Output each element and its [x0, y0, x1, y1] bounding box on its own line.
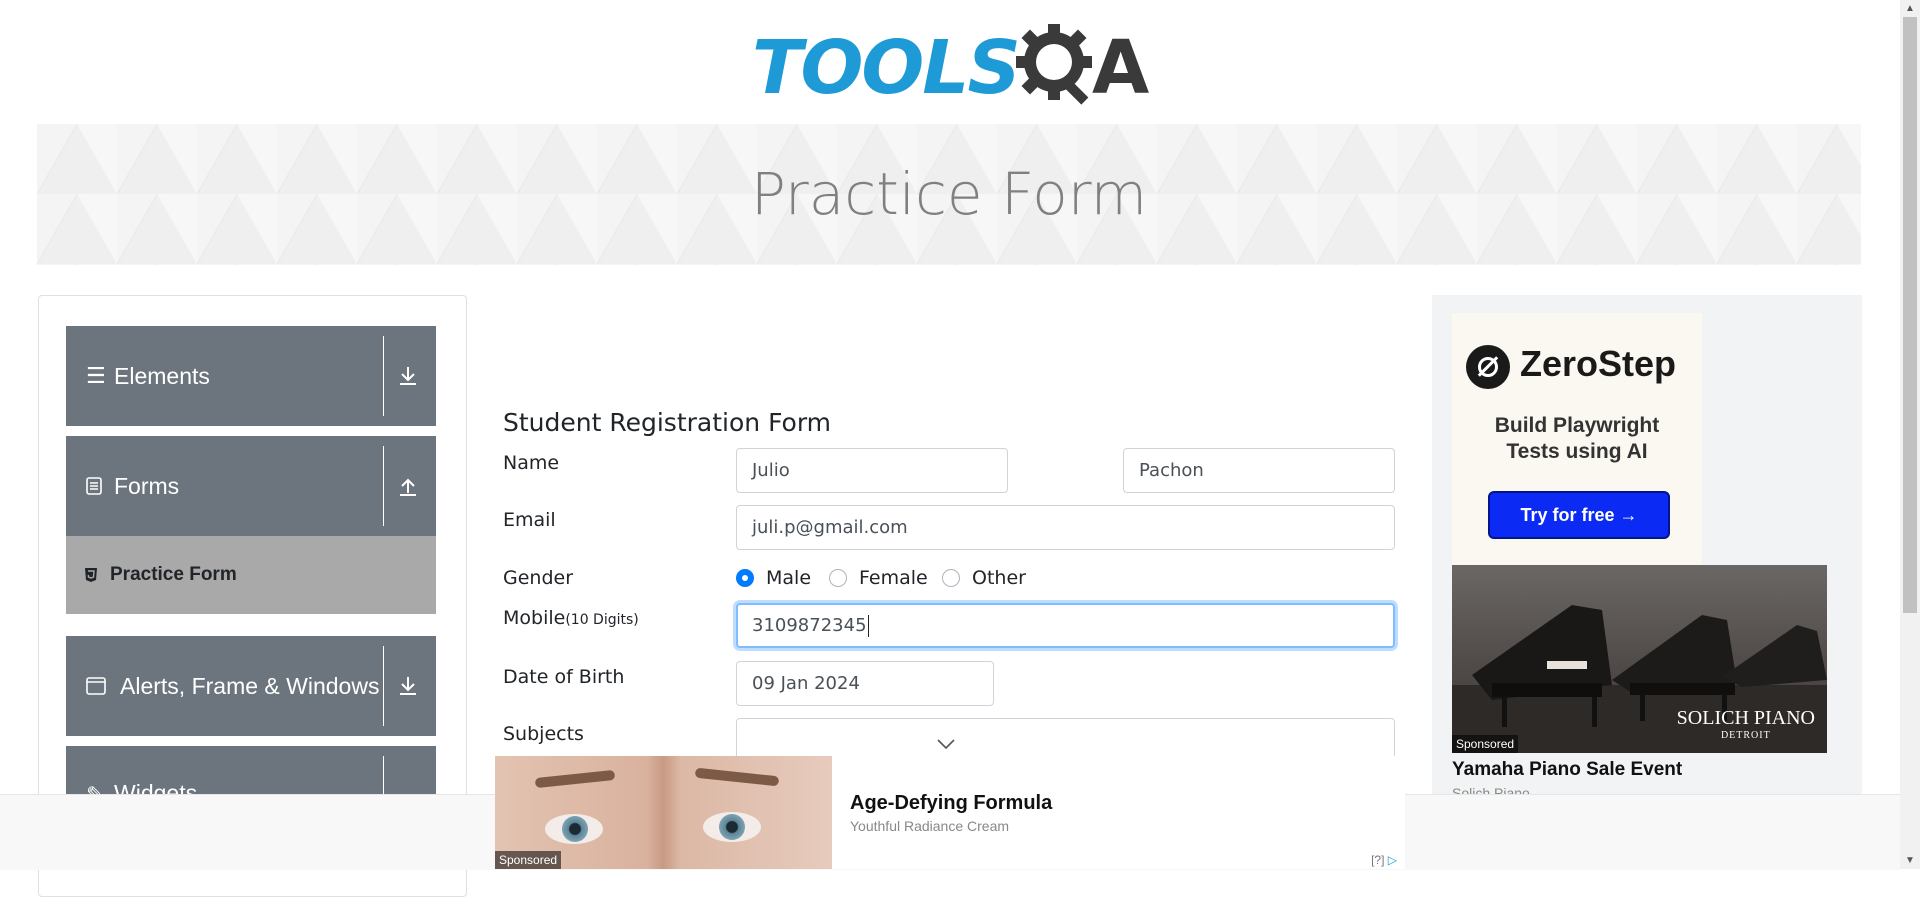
- sponsored-label: Sponsored: [495, 851, 562, 869]
- download-icon[interactable]: [388, 326, 428, 426]
- eye: [703, 812, 761, 842]
- adchoices-triangle: ▷: [1387, 853, 1397, 867]
- name-label: Name: [503, 452, 560, 474]
- download-icon[interactable]: [388, 636, 428, 736]
- dob-label: Date of Birth: [503, 666, 625, 688]
- radio-label: Male: [766, 567, 812, 589]
- sidebar-item-practice-form[interactable]: Practice Form: [66, 536, 436, 614]
- zerostep-ad[interactable]: ZeroStep Build Playwright Tests using AI…: [1452, 313, 1702, 568]
- sponsored-label: Sponsored: [1452, 735, 1519, 753]
- mobile-label-text: Mobile: [503, 607, 566, 629]
- chevron-down-icon[interactable]: [936, 737, 956, 755]
- radio-button-checked[interactable]: [736, 569, 754, 587]
- logo-text: TOOLS: [752, 25, 1021, 111]
- email-input[interactable]: juli.p@gmail.com: [736, 505, 1395, 550]
- radio-label: Female: [859, 567, 928, 589]
- sidebar-item-label: Practice Form: [110, 564, 237, 585]
- bottom-advertisement[interactable]: Sponsored Age-Defying Formula Youthful R…: [495, 756, 1405, 869]
- ad-subtitle-line: Build Playwright: [1494, 414, 1660, 437]
- solich-brand-sub: DETROIT: [1720, 730, 1771, 741]
- mobile-label: Mobile(10 Digits): [503, 607, 639, 629]
- radio-button[interactable]: [942, 569, 960, 587]
- sidebar-group-alerts[interactable]: Alerts, Frame & Windows: [66, 636, 436, 736]
- logo-letter-a: A: [1092, 25, 1150, 111]
- eyebrow: [694, 767, 780, 787]
- sidebar-group-label: Forms: [114, 472, 180, 499]
- form-title: Student Registration Form: [503, 408, 832, 437]
- html5-icon: [84, 536, 98, 614]
- zerostep-logo-icon: [1466, 345, 1510, 389]
- document-icon: [86, 436, 102, 536]
- mobile-input[interactable]: 3109872345: [736, 603, 1395, 648]
- ad-headline[interactable]: Yamaha Piano Sale Event: [1452, 759, 1682, 781]
- radio-button[interactable]: [829, 569, 847, 587]
- mobile-value: 3109872345: [752, 615, 867, 636]
- gender-label: Gender: [503, 567, 574, 589]
- hamburger-icon: ☰: [86, 363, 106, 388]
- toolsqa-logo[interactable]: TOOLS A: [748, 18, 1154, 114]
- last-name-input[interactable]: Pachon: [1123, 448, 1395, 493]
- eye: [545, 814, 603, 844]
- sidebar-group-forms[interactable]: Forms: [66, 436, 436, 536]
- solich-piano-logo: SOLICH PIANO DETROIT: [1676, 707, 1815, 745]
- eyebrow: [534, 769, 616, 789]
- adchoices-label: [?]: [1371, 853, 1385, 867]
- first-name-input[interactable]: Julio: [736, 448, 1008, 493]
- right-advertisement[interactable]: ZeroStep Build Playwright Tests using AI…: [1432, 295, 1862, 869]
- ad-brand: ZeroStep: [1520, 343, 1677, 384]
- date-of-birth-input[interactable]: 09 Jan 2024: [736, 661, 994, 706]
- radio-label: Other: [972, 567, 1026, 589]
- solich-brand: SOLICH PIANO: [1676, 707, 1815, 729]
- scroll-down-arrow-icon[interactable]: ▼: [1900, 852, 1920, 869]
- sidebar-group-elements[interactable]: ☰ Elements: [66, 326, 436, 426]
- page-banner: Practice Form: [37, 124, 1861, 265]
- try-for-free-button[interactable]: Try for free →: [1488, 491, 1670, 539]
- subjects-label: Subjects: [503, 723, 584, 745]
- divider: [383, 336, 384, 416]
- email-label: Email: [503, 509, 556, 531]
- upload-icon[interactable]: [388, 436, 428, 536]
- gender-radio-female[interactable]: Female: [829, 567, 928, 589]
- sidebar-group-label: Elements: [114, 362, 210, 389]
- vertical-scrollbar[interactable]: ▲ ▼: [1900, 0, 1920, 869]
- ad-subtitle-line: Tests using AI: [1506, 440, 1648, 463]
- mobile-hint: (10 Digits): [565, 612, 639, 628]
- gender-radio-male[interactable]: Male: [736, 567, 811, 589]
- sidebar-group-label: Alerts, Frame & Windows: [120, 672, 380, 699]
- adchoices-icon[interactable]: [?] ▷: [1371, 853, 1397, 867]
- divider: [383, 446, 384, 526]
- scroll-up-arrow-icon[interactable]: ▲: [1900, 0, 1920, 17]
- piano-ad-image[interactable]: Sponsored SOLICH PIANO DETROIT: [1452, 565, 1827, 753]
- ad-face-image: Sponsored: [495, 756, 832, 869]
- ad-subtitle: Youthful Radiance Cream: [850, 818, 1010, 834]
- window-icon: [86, 636, 106, 736]
- ad-headline[interactable]: Age-Defying Formula: [850, 792, 1052, 815]
- ad-subtitle: Build Playwright Tests using AI: [1452, 413, 1702, 465]
- page-title: Practice Form: [750, 160, 1148, 228]
- scrollbar-thumb[interactable]: [1903, 17, 1917, 613]
- text-caret: [867, 614, 869, 637]
- gender-radio-other[interactable]: Other: [942, 567, 1026, 589]
- divider: [383, 646, 384, 726]
